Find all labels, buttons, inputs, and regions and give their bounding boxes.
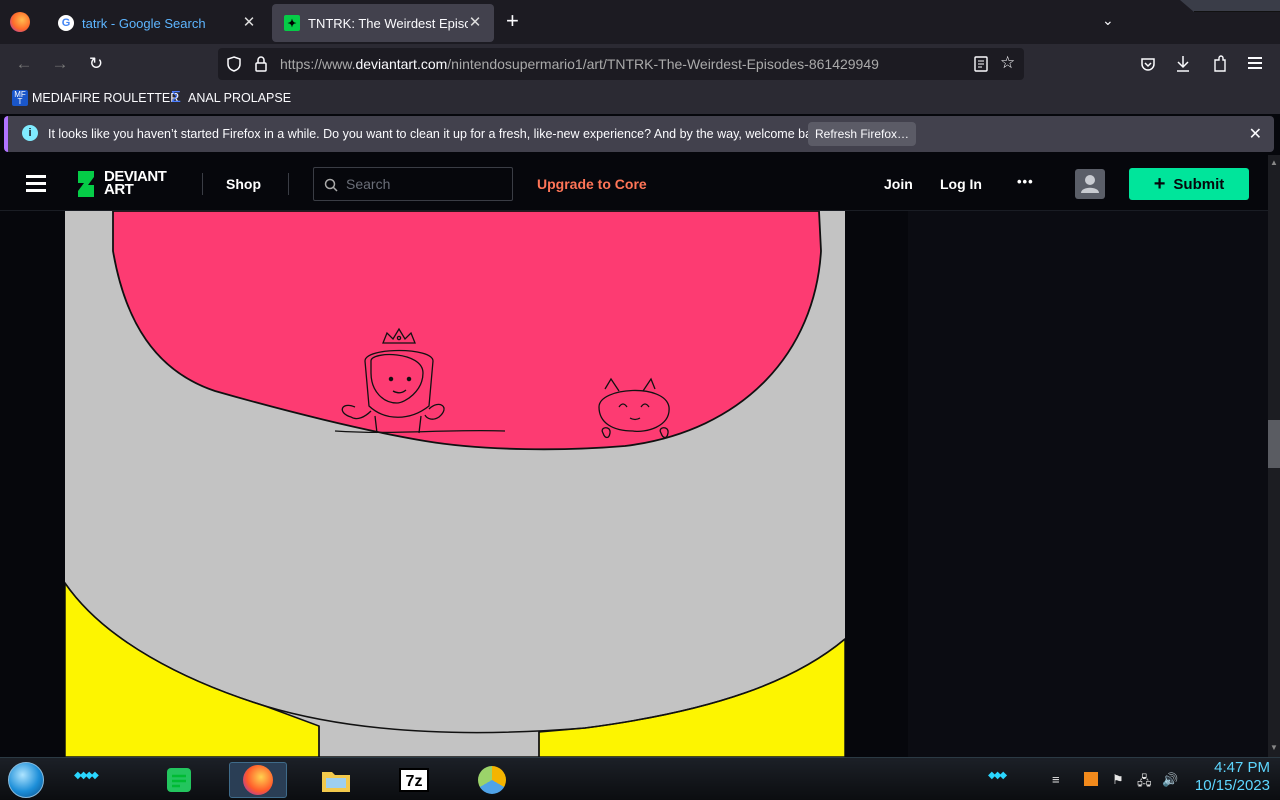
taskbar: ◆◆◆◆ 7z ◆◆◆ ≡ ⚑ 🖧 🔊 4:47 PM 10/15/2023 (0, 757, 1280, 800)
log-in-link[interactable]: Log In (940, 176, 982, 192)
join-link[interactable]: Join (884, 176, 913, 192)
tab-google-search[interactable]: G tatrk - Google Search ✕ (46, 4, 268, 42)
close-notification-icon[interactable]: ✕ (1249, 124, 1262, 144)
artwork-image[interactable] (65, 211, 845, 757)
taskbar-file-explorer-app[interactable] (307, 762, 365, 798)
header-divider (288, 173, 289, 195)
clock-date: 10/15/2023 (1194, 777, 1270, 794)
scroll-down-arrow-icon[interactable]: ▼ (1270, 743, 1278, 752)
search-icon (324, 178, 338, 192)
deviantart-logo-mark-icon (78, 171, 94, 197)
taskbar-notes-app[interactable] (150, 762, 208, 798)
notification-message: It looks like you haven’t started Firefo… (48, 127, 829, 141)
pocket-icon[interactable] (1140, 56, 1156, 72)
bookmarks-toolbar: MF T MEDIAFIRE ROULETTER Σ ANAL PROLAPSE (0, 84, 1280, 114)
bookmark-label: MEDIAFIRE ROULETTER (32, 91, 180, 105)
submit-label: Submit (1173, 175, 1225, 193)
close-tab-icon[interactable]: ✕ (466, 14, 484, 32)
page-scrollbar[interactable]: ▲ ▼ (1268, 155, 1280, 757)
submit-button[interactable]: + Submit (1129, 168, 1249, 200)
search-box[interactable] (313, 167, 513, 201)
window-frame-decoration (1180, 0, 1280, 12)
upgrade-to-core-link[interactable]: Upgrade to Core (537, 176, 647, 192)
taskbar-chromium-app[interactable] (463, 762, 521, 798)
tab-strip: G tatrk - Google Search ✕ ✦ TNTRK: The W… (0, 0, 1280, 44)
refresh-firefox-notification: i It looks like you haven’t started Fire… (4, 116, 1274, 152)
forward-arrow-icon[interactable]: → (46, 50, 74, 78)
taskbar-decoration: ◆◆◆ (988, 770, 1007, 781)
action-center-flag-icon[interactable]: ⚑ (1112, 772, 1124, 788)
artwork-drawing (65, 211, 845, 757)
extensions-icon[interactable] (1212, 55, 1228, 73)
back-arrow-icon[interactable]: ← (10, 50, 38, 78)
user-icon (1081, 175, 1099, 193)
bookmark-mediafire-rouletter[interactable]: MF T MEDIAFIRE ROULETTER (12, 90, 179, 106)
firefox-menu-icon[interactable] (10, 12, 30, 32)
lock-icon[interactable] (254, 55, 268, 73)
taskbar-7zip-app[interactable]: 7z (385, 762, 443, 798)
address-bar[interactable]: https://www.deviantart.com/nintendosuper… (218, 48, 1024, 80)
google-icon: G (58, 15, 74, 31)
tab-title: TNTRK: The Weirdest Episodes (308, 15, 468, 31)
file-explorer-icon (322, 772, 350, 792)
plus-icon: + (1153, 172, 1166, 195)
refresh-firefox-button[interactable]: Refresh Firefox… (808, 122, 916, 146)
tray-app-icon[interactable] (1084, 772, 1098, 786)
list-all-tabs-chevron-icon[interactable]: ⌄ (1102, 12, 1114, 29)
volume-icon[interactable]: 🔊 (1162, 772, 1178, 788)
header-divider (202, 173, 203, 195)
new-tab-button[interactable]: + (506, 10, 519, 32)
logo-text-line2: ART (104, 181, 134, 198)
scrollbar-thumb[interactable] (1268, 420, 1280, 468)
system-clock[interactable]: 4:47 PM 10/15/2023 (1195, 759, 1270, 795)
network-icon[interactable]: 🖧 (1137, 772, 1152, 794)
shop-link[interactable]: Shop (226, 176, 261, 192)
start-button[interactable] (8, 762, 44, 798)
search-input[interactable] (346, 176, 506, 192)
tab-title: tatrk - Google Search (82, 15, 206, 31)
web-page: DEVIANT ART Shop Upgrade to Core Join Lo… (0, 155, 1268, 757)
shield-icon[interactable] (226, 56, 242, 72)
close-tab-icon[interactable]: ✕ (240, 14, 258, 32)
reload-icon[interactable]: ↻ (82, 50, 110, 78)
notes-icon (167, 768, 191, 792)
sigma-icon: Σ (171, 89, 181, 106)
mediafire-icon: MF T (12, 90, 28, 106)
hamburger-menu-icon[interactable] (26, 175, 46, 192)
show-hidden-icons-icon[interactable]: ≡ (1052, 772, 1060, 787)
more-options-icon[interactable]: ••• (1017, 174, 1034, 189)
deviantart-icon: ✦ (284, 15, 300, 31)
navigation-toolbar: ← → ↻ https://www.deviantart.com/nintend… (0, 44, 1280, 84)
reader-view-icon[interactable] (974, 56, 988, 72)
bookmark-label: ANAL PROLAPSE (188, 91, 292, 105)
tab-deviantart[interactable]: ✦ TNTRK: The Weirdest Episodes ✕ (272, 4, 494, 42)
chromium-icon (478, 766, 506, 794)
avatar[interactable] (1075, 169, 1105, 199)
deviantart-header: DEVIANT ART Shop Upgrade to Core Join Lo… (0, 155, 1268, 211)
taskbar-firefox-app[interactable] (229, 762, 287, 798)
bookmark-star-icon[interactable]: ☆ (1000, 53, 1015, 73)
side-panel (908, 211, 1268, 757)
info-icon: i (22, 125, 38, 141)
clock-time: 4:47 PM (1214, 759, 1270, 776)
taskbar-decoration: ◆◆◆◆ (74, 770, 99, 781)
url-text: https://www.deviantart.com/nintendosuper… (280, 56, 879, 72)
downloads-icon[interactable] (1175, 55, 1191, 73)
firefox-icon (243, 765, 273, 795)
bookmark-anal-prolapse[interactable]: Σ ANAL PROLAPSE (168, 89, 292, 106)
deviantart-logo[interactable]: DEVIANT ART (74, 169, 178, 199)
7zip-icon: 7z (399, 768, 429, 792)
app-menu-icon[interactable] (1248, 54, 1262, 69)
scroll-up-arrow-icon[interactable]: ▲ (1270, 158, 1278, 167)
